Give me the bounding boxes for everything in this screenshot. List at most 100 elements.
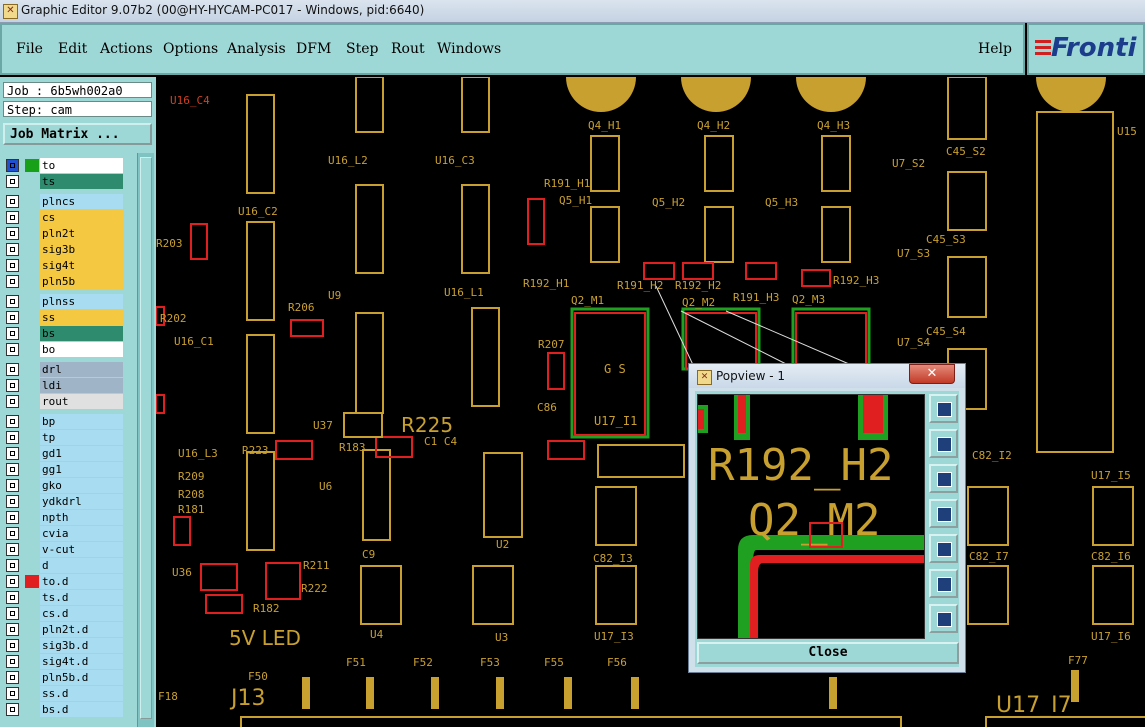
layer-checkbox[interactable] [6, 363, 19, 376]
layer-checkbox[interactable] [6, 655, 19, 668]
layer-checkbox[interactable] [6, 311, 19, 324]
menu-analysis[interactable]: Analysis [227, 41, 286, 57]
layer-name[interactable]: cs [40, 210, 123, 225]
layer-checkbox[interactable] [6, 607, 19, 620]
layer-row[interactable]: rout [3, 394, 135, 409]
layer-name[interactable]: rout [40, 394, 123, 409]
layer-name[interactable]: tp [40, 430, 123, 445]
layer-row[interactable]: sig3b [3, 242, 135, 257]
layer-checkbox[interactable] [6, 431, 19, 444]
layer-row[interactable]: pln2t.d [3, 622, 135, 637]
popview-titlebar[interactable]: ✕ Popview - 1 ✕ [689, 364, 965, 388]
pan-down-button[interactable] [929, 464, 958, 493]
layer-row[interactable]: plnss [3, 294, 135, 309]
layer-row[interactable]: gko [3, 478, 135, 493]
layer-name[interactable]: ts.d [40, 590, 123, 605]
layer-name[interactable]: bs [40, 326, 123, 341]
layer-row[interactable]: bp [3, 414, 135, 429]
layer-row[interactable]: sig3b.d [3, 638, 135, 653]
layer-name[interactable]: pln5b.d [40, 670, 123, 685]
layer-name[interactable]: gd1 [40, 446, 123, 461]
layer-name[interactable]: pln5b [40, 274, 123, 289]
menu-dfm[interactable]: DFM [296, 41, 331, 57]
menu-help[interactable]: Help [978, 41, 1012, 57]
layer-checkbox[interactable] [6, 447, 19, 460]
layer-name[interactable]: ldi [40, 378, 123, 393]
board-canvas[interactable]: U16_C4 U16_L2 U16_C3 U16_C2 U9 U16_L1 R203 R202… [156, 77, 1145, 727]
layer-checkbox[interactable] [6, 479, 19, 492]
popview-close-button[interactable]: Close [697, 642, 959, 664]
layer-row[interactable]: drl [3, 362, 135, 377]
menu-edit[interactable]: Edit [58, 41, 87, 57]
layer-row[interactable]: gd1 [3, 446, 135, 461]
layer-checkbox[interactable] [6, 671, 19, 684]
layer-name[interactable]: ts [40, 174, 123, 189]
menu-windows[interactable]: Windows [437, 41, 501, 57]
layer-row[interactable]: to.d [3, 574, 135, 589]
layer-name[interactable]: cvia [40, 526, 123, 541]
layer-row[interactable]: d [3, 558, 135, 573]
layer-name[interactable]: sig3b.d [40, 638, 123, 653]
layer-row[interactable]: gg1 [3, 462, 135, 477]
layer-row[interactable]: bs.d [3, 702, 135, 717]
layer-name[interactable]: cs.d [40, 606, 123, 621]
layer-row[interactable]: cvia [3, 526, 135, 541]
scroll-thumb[interactable] [140, 157, 152, 719]
layer-checkbox[interactable] [6, 259, 19, 272]
zoom-fit-button[interactable] [929, 394, 958, 423]
layer-checkbox[interactable] [6, 295, 19, 308]
layer-row[interactable]: plncs [3, 194, 135, 209]
layer-name[interactable]: sig4t.d [40, 654, 123, 669]
layer-name[interactable]: gko [40, 478, 123, 493]
layer-row[interactable]: pln2t [3, 226, 135, 241]
layer-row[interactable]: cs [3, 210, 135, 225]
menu-step[interactable]: Step [346, 41, 378, 57]
layer-name[interactable]: npth [40, 510, 123, 525]
layer-row[interactable]: npth [3, 510, 135, 525]
layer-row[interactable]: sig4t.d [3, 654, 135, 669]
layer-checkbox[interactable] [6, 511, 19, 524]
menu-options[interactable]: Options [163, 41, 218, 57]
menu-file[interactable]: File [16, 41, 43, 57]
layer-checkbox[interactable] [6, 379, 19, 392]
layer-checkbox[interactable] [6, 495, 19, 508]
layer-row[interactable]: ss [3, 310, 135, 325]
layer-checkbox[interactable] [6, 623, 19, 636]
layer-checkbox[interactable] [6, 275, 19, 288]
zoom-in-button[interactable] [929, 569, 958, 598]
layer-name[interactable]: sig3b [40, 242, 123, 257]
layer-checkbox[interactable] [6, 687, 19, 700]
layer-name[interactable]: bs.d [40, 702, 123, 717]
popview-zoom-view[interactable]: R192_H2 Q2_M2 [697, 394, 925, 639]
layer-name[interactable]: to [40, 158, 123, 173]
layer-checkbox[interactable] [6, 527, 19, 540]
layer-name[interactable]: bo [40, 342, 123, 357]
popview-close-icon[interactable]: ✕ [909, 364, 955, 384]
layer-row[interactable]: sig4t [3, 258, 135, 273]
pan-left-button[interactable] [929, 499, 958, 528]
layer-checkbox[interactable] [6, 703, 19, 716]
layer-name[interactable]: drl [40, 362, 123, 377]
layer-name[interactable]: to.d [40, 574, 123, 589]
layer-checkbox[interactable] [6, 195, 19, 208]
layer-name[interactable]: ss.d [40, 686, 123, 701]
job-matrix-button[interactable]: Job Matrix ... [3, 123, 152, 145]
layer-name[interactable]: ydkdrl [40, 494, 123, 509]
layer-row[interactable]: ydkdrl [3, 494, 135, 509]
layer-row[interactable]: ts [3, 174, 135, 189]
layer-checkbox[interactable] [6, 463, 19, 476]
layer-row[interactable]: to [3, 158, 135, 173]
layer-name[interactable]: ss [40, 310, 123, 325]
layer-checkbox[interactable] [6, 243, 19, 256]
layer-checkbox[interactable] [6, 395, 19, 408]
pan-up-button[interactable] [929, 429, 958, 458]
layer-checkbox[interactable] [6, 227, 19, 240]
layer-name[interactable]: pln2t [40, 226, 123, 241]
pan-right-button[interactable] [929, 534, 958, 563]
layer-row[interactable]: ts.d [3, 590, 135, 605]
layer-checkbox[interactable] [6, 159, 19, 172]
layer-row[interactable]: tp [3, 430, 135, 445]
layer-checkbox[interactable] [6, 639, 19, 652]
layer-name[interactable]: d [40, 558, 123, 573]
layer-name[interactable]: plncs [40, 194, 123, 209]
